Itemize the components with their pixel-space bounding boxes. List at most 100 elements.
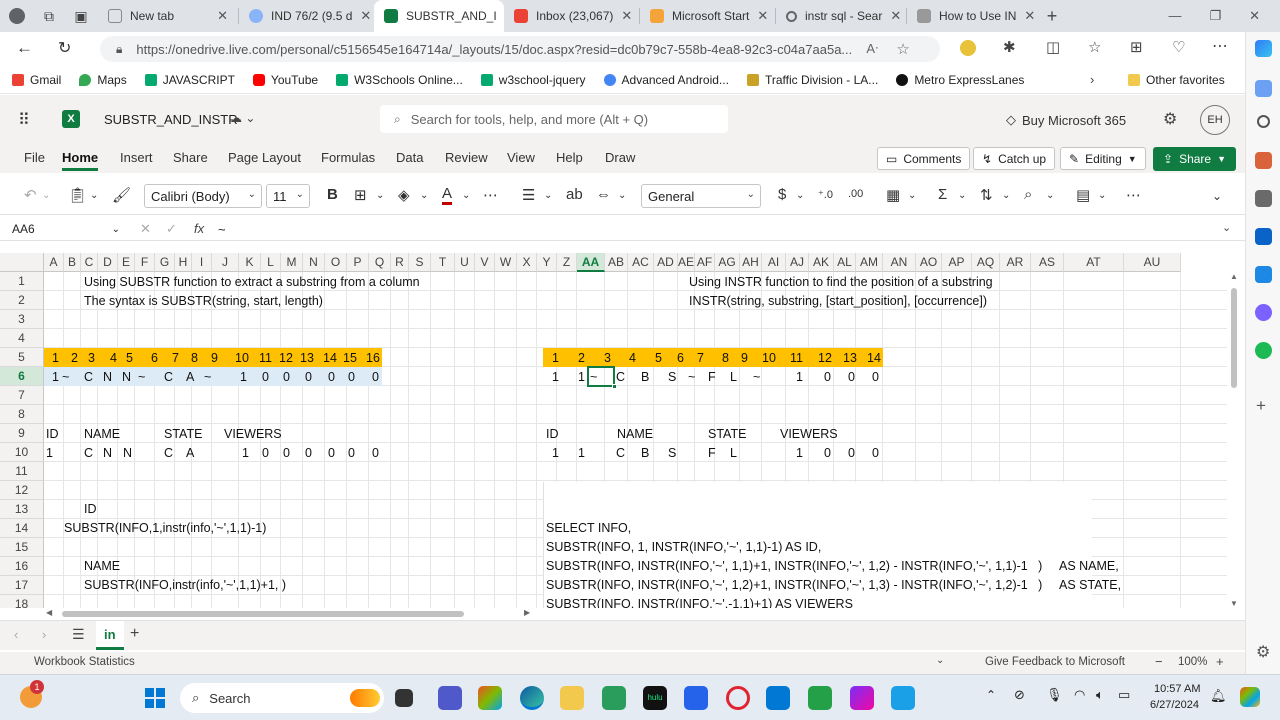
chevron-down-icon[interactable]: ⌄ (376, 190, 384, 201)
left-data-cell[interactable]: ~ (138, 367, 145, 386)
column-header-i[interactable]: I (192, 253, 212, 272)
column-header-v[interactable]: V (475, 253, 495, 272)
chevron-down-icon[interactable]: ⌄ (1046, 190, 1054, 201)
feedback-link[interactable]: Give Feedback to Microsoft (985, 656, 1125, 668)
url-field[interactable]: 🔒︎ https://onedrive.live.com/personal/c5… (100, 36, 940, 62)
clock-time[interactable]: 10:57 AM (1154, 683, 1200, 695)
network-off-icon[interactable]: ⊘ (1014, 687, 1025, 703)
edge-icon[interactable] (520, 686, 544, 710)
left-header-cell[interactable]: NAME (84, 424, 120, 443)
right-index-cell[interactable]: 12 (818, 348, 832, 367)
right-index-cell[interactable]: 1 (552, 348, 559, 367)
left-data-cell[interactable]: 0 (328, 367, 335, 386)
favorite-star-icon[interactable]: ☆ (896, 40, 909, 58)
browser-tab-msstart[interactable]: Microsoft Start ✕ (640, 0, 775, 32)
column-header-f[interactable]: F (135, 253, 155, 272)
right-index-cell[interactable]: 9 (741, 348, 748, 367)
sheet-tab-in[interactable]: in (96, 621, 124, 650)
clock-date[interactable]: 6/27/2024 (1150, 699, 1199, 711)
right-data-cell[interactable]: ~ (688, 367, 695, 386)
scroll-down-icon[interactable]: ▼ (1230, 599, 1238, 608)
tab-draw[interactable]: Draw (605, 150, 635, 165)
font-size-select[interactable]: 11 ⌄ (266, 184, 310, 208)
vertical-scrollbar[interactable]: ▲ ▼ (1227, 272, 1241, 608)
microphone-icon[interactable]: 🎙︎ (1046, 687, 1063, 703)
expand-formula-icon[interactable]: ⌄ (1222, 221, 1231, 234)
shopping-icon[interactable] (1255, 152, 1272, 169)
store-icon[interactable] (684, 686, 708, 710)
column-header-t[interactable]: T (431, 253, 455, 272)
left-index-cell[interactable]: 11 (259, 348, 272, 367)
zoom-out-icon[interactable]: − (1155, 654, 1163, 669)
conditional-format-icon[interactable]: ▦ (886, 186, 900, 204)
column-header-an[interactable]: AN (883, 253, 916, 272)
row-header-7[interactable]: 7 (0, 386, 44, 405)
hulu-icon[interactable]: hulu (643, 686, 667, 710)
right-index-cell[interactable]: 13 (843, 348, 857, 367)
row-header-9[interactable]: 9 (0, 424, 44, 443)
expand-ribbon-icon[interactable]: ⌄ (1212, 189, 1222, 203)
workspaces-icon[interactable]: ⧉ (34, 8, 64, 25)
bookmark-maps[interactable]: Maps (79, 73, 127, 87)
right-value-cell[interactable]: L (730, 443, 737, 462)
send-icon[interactable] (1255, 266, 1272, 283)
column-header-b[interactable]: B (64, 253, 81, 272)
cancel-icon[interactable]: ✕ (140, 221, 151, 237)
right-index-cell[interactable]: 5 (655, 348, 662, 367)
column-header-s[interactable]: S (409, 253, 431, 272)
right-value-cell[interactable]: C (616, 443, 625, 462)
browser-tab-new[interactable]: New tab ✕ (98, 0, 238, 32)
chevron-down-icon[interactable]: ⌄ (618, 190, 626, 201)
column-header-ah[interactable]: AH (740, 253, 762, 272)
catchup-button[interactable]: ↯ Catch up (973, 147, 1056, 170)
left-index-cell[interactable]: 4 (110, 348, 117, 367)
right-data-cell[interactable]: B (641, 367, 649, 386)
video-icon[interactable] (808, 686, 832, 710)
scroll-left-icon[interactable]: ◀ (46, 608, 52, 617)
left-index-cell[interactable]: 15 (343, 348, 357, 367)
row-header-1[interactable]: 1 (0, 272, 44, 291)
chevron-down-icon[interactable]: ⌄ (544, 190, 552, 201)
right-value-cell[interactable]: 0 (872, 443, 879, 462)
select-all-corner[interactable] (0, 253, 44, 272)
more-options-icon[interactable]: ⋯ (1126, 186, 1141, 204)
right-data-cell[interactable]: S (668, 367, 676, 386)
number-format-select[interactable]: General ⌄ (641, 184, 761, 208)
tab-help[interactable]: Help (556, 150, 583, 165)
tab-file[interactable]: File (24, 150, 45, 165)
right-data-cell[interactable]: 1 (796, 367, 803, 386)
calendar-icon[interactable] (766, 686, 790, 710)
column-header-d[interactable]: D (98, 253, 118, 272)
column-header-as[interactable]: AS (1031, 253, 1064, 272)
row-header-16[interactable]: 16 (0, 557, 44, 576)
close-tab-icon[interactable]: ✕ (209, 8, 228, 24)
right-index-cell[interactable]: 10 (762, 348, 776, 367)
name-box[interactable]: AA6 ⌄ (6, 219, 124, 239)
format-painter-icon[interactable]: 🖌︎ (112, 186, 131, 204)
tab-view[interactable]: View (507, 150, 535, 165)
chevron-right-icon[interactable]: › (1090, 72, 1094, 87)
browser-essentials-icon[interactable]: ♡ (1172, 38, 1185, 56)
copilot-icon[interactable] (1255, 40, 1272, 57)
profile-icon[interactable] (0, 0, 34, 32)
more-menu-icon[interactable]: ⋯ (1212, 36, 1228, 56)
column-header-ae[interactable]: AE (678, 253, 695, 272)
tab-page-layout[interactable]: Page Layout (228, 150, 301, 165)
close-tab-icon[interactable]: ✕ (1016, 8, 1035, 24)
right-value-cell[interactable]: S (668, 443, 676, 462)
row-header-12[interactable]: 12 (0, 481, 44, 500)
right-data-cell[interactable]: L (730, 367, 737, 386)
browser-tab-ind[interactable]: IND 76/2 (9.5 d ✕ (239, 0, 374, 32)
collections-icon[interactable]: ⊞ (1130, 38, 1143, 56)
right-value-cell[interactable]: 1 (552, 443, 559, 462)
left-data-cell[interactable]: ~ (62, 367, 69, 386)
decrease-decimal-icon[interactable]: .00 (848, 188, 863, 200)
column-header-c[interactable]: C (81, 253, 98, 272)
user-avatar[interactable]: EH (1200, 105, 1230, 135)
column-header-aj[interactable]: AJ (786, 253, 809, 272)
left-value-cell[interactable]: 0 (348, 443, 355, 462)
settings-gear-icon[interactable]: ⚙ (1163, 109, 1177, 129)
left-index-cell[interactable]: 8 (191, 348, 198, 367)
chevron-down-icon[interactable]: ⌄ (1002, 190, 1010, 201)
scroll-up-icon[interactable]: ▲ (1230, 272, 1238, 281)
